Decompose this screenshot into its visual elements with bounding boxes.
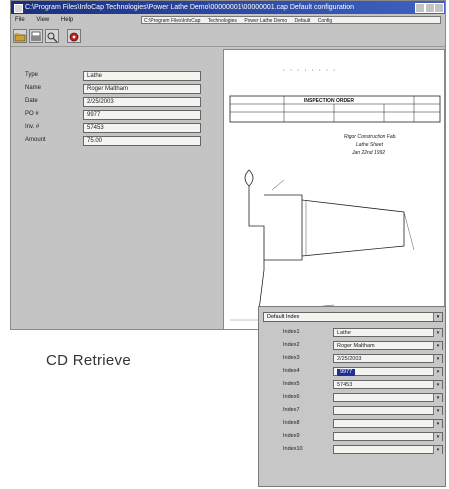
path-segment[interactable]: Technologies: [208, 18, 237, 23]
field-row: PO # 9977: [25, 110, 225, 122]
chevron-down-icon[interactable]: ▾: [433, 355, 442, 363]
window-title: C:\Program Files\InfoCap Technologies\Po…: [25, 4, 355, 11]
field-input[interactable]: 9977: [83, 110, 201, 120]
chevron-down-icon[interactable]: ▾: [433, 446, 442, 454]
field-input[interactable]: 75.00: [83, 136, 201, 146]
retrieve-icon[interactable]: [67, 29, 81, 43]
zoom-icon[interactable]: [45, 29, 59, 43]
index-value-select[interactable]: 9977 ▾: [333, 367, 443, 376]
index-value-select[interactable]: ▾: [333, 419, 443, 428]
field-label: Amount: [25, 137, 46, 143]
index-value: Roger Maltham: [337, 343, 375, 349]
chevron-down-icon[interactable]: ▾: [433, 368, 442, 376]
index-label: Index4: [283, 368, 300, 374]
open-icon[interactable]: [13, 29, 27, 43]
field-row: Name Roger Maltham: [25, 84, 225, 96]
index-value-select[interactable]: 2/25/2003 ▾: [333, 354, 443, 363]
index-label: Index1: [283, 329, 300, 335]
app-icon: [14, 4, 23, 13]
path-segment[interactable]: C:\Program Files\InfoCap: [144, 18, 200, 23]
caption: CD Retrieve: [46, 352, 131, 369]
menu-bar: File View Help: [11, 15, 79, 25]
field-input[interactable]: Roger Maltham: [83, 84, 201, 94]
path-segment[interactable]: Default: [295, 18, 311, 23]
drawing-top-marks: · · · · · · · ·: [282, 67, 336, 74]
field-input[interactable]: Lathe: [83, 71, 201, 81]
index-row: Index6 ▾: [259, 391, 447, 404]
index-label: Index6: [283, 394, 300, 400]
index-row: Index1 Lathe ▾: [259, 326, 447, 339]
index-label: Index2: [283, 342, 300, 348]
close-button[interactable]: [434, 3, 444, 13]
chevron-down-icon[interactable]: ▾: [433, 394, 442, 402]
index-value-select[interactable]: Lathe ▾: [333, 328, 443, 337]
menu-file[interactable]: File: [15, 17, 25, 23]
index-row: Index5 57453 ▾: [259, 378, 447, 391]
field-input[interactable]: 57453: [83, 123, 201, 133]
field-input[interactable]: 2/25/2003: [83, 97, 201, 107]
menu-help[interactable]: Help: [61, 17, 73, 23]
chevron-down-icon[interactable]: ▾: [433, 420, 442, 428]
path-bar[interactable]: C:\Program Files\InfoCap Technologies Po…: [141, 16, 441, 24]
drawing-note: Lathe Sheet: [356, 142, 384, 148]
index-row: Index10 ▾: [259, 443, 447, 456]
index-value-selected: 9977: [337, 369, 356, 376]
field-label: Type: [25, 72, 39, 78]
index-panel: Default Index ▾ Index1 Lathe ▾ Index2 Rog…: [258, 306, 446, 487]
field-row: Type Lathe: [25, 71, 225, 83]
title-bar[interactable]: C:\Program Files\InfoCap Technologies\Po…: [11, 1, 445, 14]
index-row: Index4 9977 ▾: [259, 365, 447, 378]
print-icon[interactable]: [29, 29, 43, 43]
index-label: Index10: [283, 446, 303, 452]
index-value-select[interactable]: ▾: [333, 432, 443, 441]
index-row: Index2 Roger Maltham ▾: [259, 339, 447, 352]
minimize-button[interactable]: [415, 3, 425, 13]
index-row: Index7 ▾: [259, 404, 447, 417]
chevron-down-icon[interactable]: ▾: [433, 407, 442, 415]
field-label: Date: [25, 98, 38, 104]
field-label: Name: [25, 85, 42, 91]
index-value-select[interactable]: ▾: [333, 445, 443, 454]
index-row: Index8 ▾: [259, 417, 447, 430]
toolbar: [11, 26, 445, 47]
index-value-select[interactable]: Roger Maltham ▾: [333, 341, 443, 350]
drawing-note: Jan 22nd 1992: [351, 150, 385, 156]
chevron-down-icon[interactable]: ▾: [433, 433, 442, 441]
index-label: Index5: [283, 381, 300, 387]
drawing-note: Rigor Construction Fab.: [344, 134, 397, 140]
field-label: Inv. #: [25, 124, 40, 130]
chevron-down-icon[interactable]: ▾: [433, 313, 442, 321]
index-set-dropdown[interactable]: Default Index ▾: [263, 312, 443, 322]
index-value-select[interactable]: 57453 ▾: [333, 380, 443, 389]
field-row: Date 2/25/2003: [25, 97, 225, 109]
index-label: Index7: [283, 407, 300, 413]
index-value: Lathe: [337, 330, 351, 336]
field-label: PO #: [25, 111, 39, 117]
lathe-drawing-image: · · · · · · · · INSPECTION ORDER Rigor C…: [229, 67, 441, 321]
index-value: 57453: [337, 382, 353, 388]
document-preview[interactable]: · · · · · · · · INSPECTION ORDER Rigor C…: [223, 49, 445, 329]
index-label: Index9: [283, 433, 300, 439]
index-row: Index9 ▾: [259, 430, 447, 443]
path-segment[interactable]: Config: [318, 18, 332, 23]
chevron-down-icon[interactable]: ▾: [433, 329, 442, 337]
index-row: Index3 2/25/2003 ▾: [259, 352, 447, 365]
chevron-down-icon[interactable]: ▾: [433, 381, 442, 389]
index-value: 2/25/2003: [337, 356, 362, 362]
field-row: Inv. # 57453: [25, 123, 225, 135]
index-set-value: Default Index: [267, 314, 300, 320]
index-value-select[interactable]: ▾: [333, 393, 443, 402]
chevron-down-icon[interactable]: ▾: [433, 342, 442, 350]
field-row: Amount 75.00: [25, 136, 225, 148]
drawing-header: INSPECTION ORDER: [304, 98, 354, 104]
index-value-select[interactable]: ▾: [333, 406, 443, 415]
menu-view[interactable]: View: [36, 17, 49, 23]
path-segment[interactable]: Power Lathe Demo: [244, 18, 287, 23]
main-window: C:\Program Files\InfoCap Technologies\Po…: [10, 0, 446, 330]
index-label: Index3: [283, 355, 300, 361]
index-label: Index8: [283, 420, 300, 426]
